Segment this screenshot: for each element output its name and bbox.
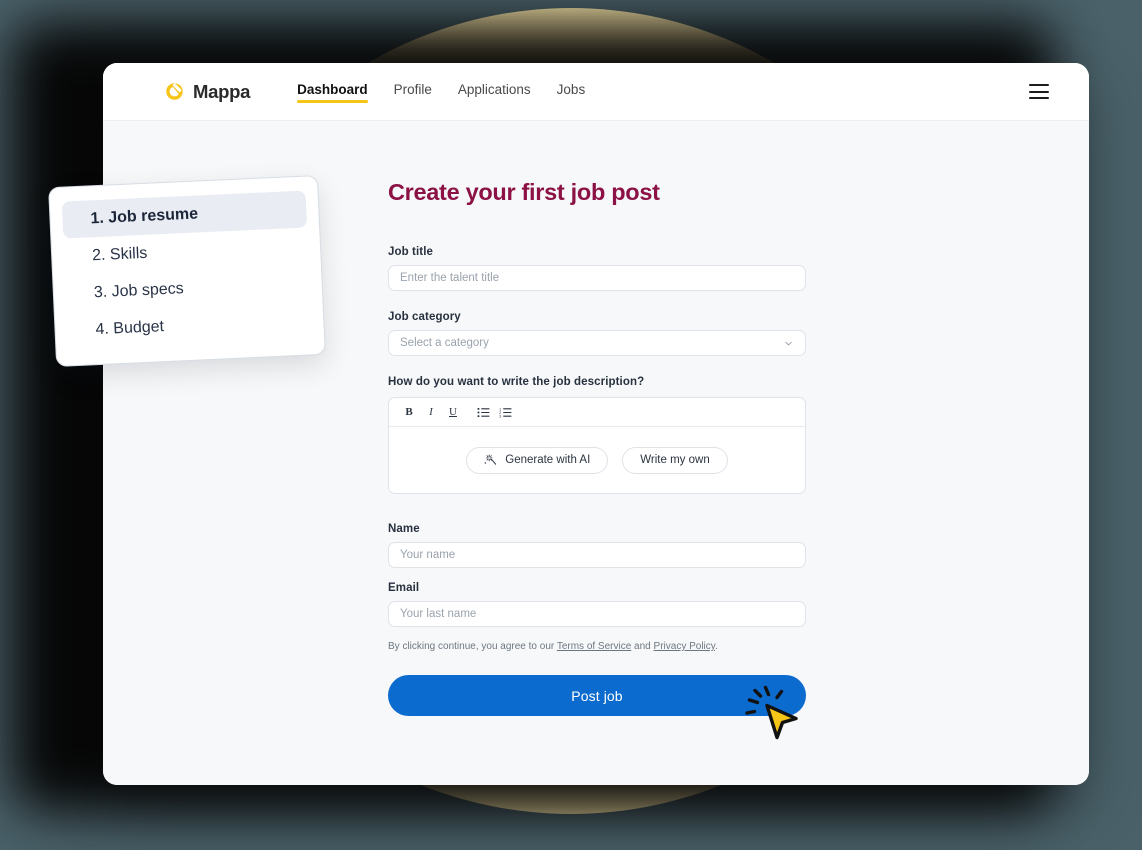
job-category-select[interactable]: Select a category: [388, 330, 806, 356]
generate-with-ai-label: Generate with AI: [505, 454, 591, 466]
field-email: Email: [388, 582, 806, 627]
italic-icon[interactable]: I: [421, 402, 441, 422]
field-name: Name: [388, 523, 806, 568]
terms-prefix: By clicking continue, you agree to our: [388, 641, 557, 652]
job-post-form: Create your first job post Job title Job…: [388, 179, 806, 716]
field-job-title: Job title: [388, 246, 806, 291]
nav-item-applications[interactable]: Applications: [458, 82, 531, 102]
mappa-logo-icon: [166, 83, 183, 100]
rich-text-editor: B I U 1 2 3 Generate with AI Write my ow…: [388, 397, 806, 494]
job-title-input[interactable]: [388, 265, 806, 291]
terms-suffix: .: [715, 641, 718, 652]
brand-name: Mappa: [193, 80, 251, 102]
post-job-button[interactable]: Post job: [388, 675, 806, 716]
editor-body: Generate with AI Write my own: [389, 427, 805, 493]
generate-with-ai-button[interactable]: Generate with AI: [466, 446, 609, 474]
terms-disclaimer: By clicking continue, you agree to our T…: [388, 641, 806, 652]
name-input[interactable]: [388, 542, 806, 568]
job-category-value: Select a category: [400, 337, 489, 349]
terms-middle: and: [631, 641, 654, 652]
top-navigation-bar: Mappa Dashboard Profile Applications Job…: [103, 63, 1089, 121]
email-input[interactable]: [388, 601, 806, 627]
app-window: Mappa Dashboard Profile Applications Job…: [103, 63, 1089, 785]
steps-card: 1. Job resume 2. Skills 3. Job specs 4. …: [48, 174, 326, 368]
field-job-description: How do you want to write the job descrip…: [388, 376, 806, 494]
write-my-own-button[interactable]: Write my own: [622, 446, 728, 474]
name-label: Name: [388, 523, 420, 535]
terms-of-service-link[interactable]: Terms of Service: [557, 641, 631, 652]
sparkle-wand-icon: [484, 454, 497, 465]
editor-toolbar: B I U 1 2 3: [389, 398, 805, 427]
bold-icon[interactable]: B: [399, 402, 419, 422]
page-title: Create your first job post: [388, 179, 660, 205]
nav-item-jobs[interactable]: Jobs: [557, 82, 586, 102]
numbered-list-icon[interactable]: 1 2 3: [495, 402, 515, 422]
email-label: Email: [388, 582, 420, 594]
hamburger-menu-icon[interactable]: [1029, 84, 1049, 99]
job-description-label: How do you want to write the job descrip…: [388, 376, 645, 388]
job-title-label: Job title: [388, 246, 433, 258]
brand-logo-group[interactable]: Mappa: [165, 81, 250, 103]
primary-nav: Dashboard Profile Applications Jobs: [297, 82, 586, 103]
nav-item-dashboard[interactable]: Dashboard: [297, 82, 368, 103]
privacy-policy-link[interactable]: Privacy Policy: [654, 641, 716, 652]
job-category-label: Job category: [388, 311, 461, 323]
svg-text:3: 3: [499, 414, 501, 417]
underline-icon[interactable]: U: [443, 402, 463, 422]
bullet-list-icon[interactable]: [473, 402, 493, 422]
nav-item-profile[interactable]: Profile: [394, 82, 432, 102]
field-job-category: Job category Select a category: [388, 311, 806, 356]
chevron-down-icon: [785, 341, 792, 345]
write-my-own-label: Write my own: [640, 454, 710, 466]
